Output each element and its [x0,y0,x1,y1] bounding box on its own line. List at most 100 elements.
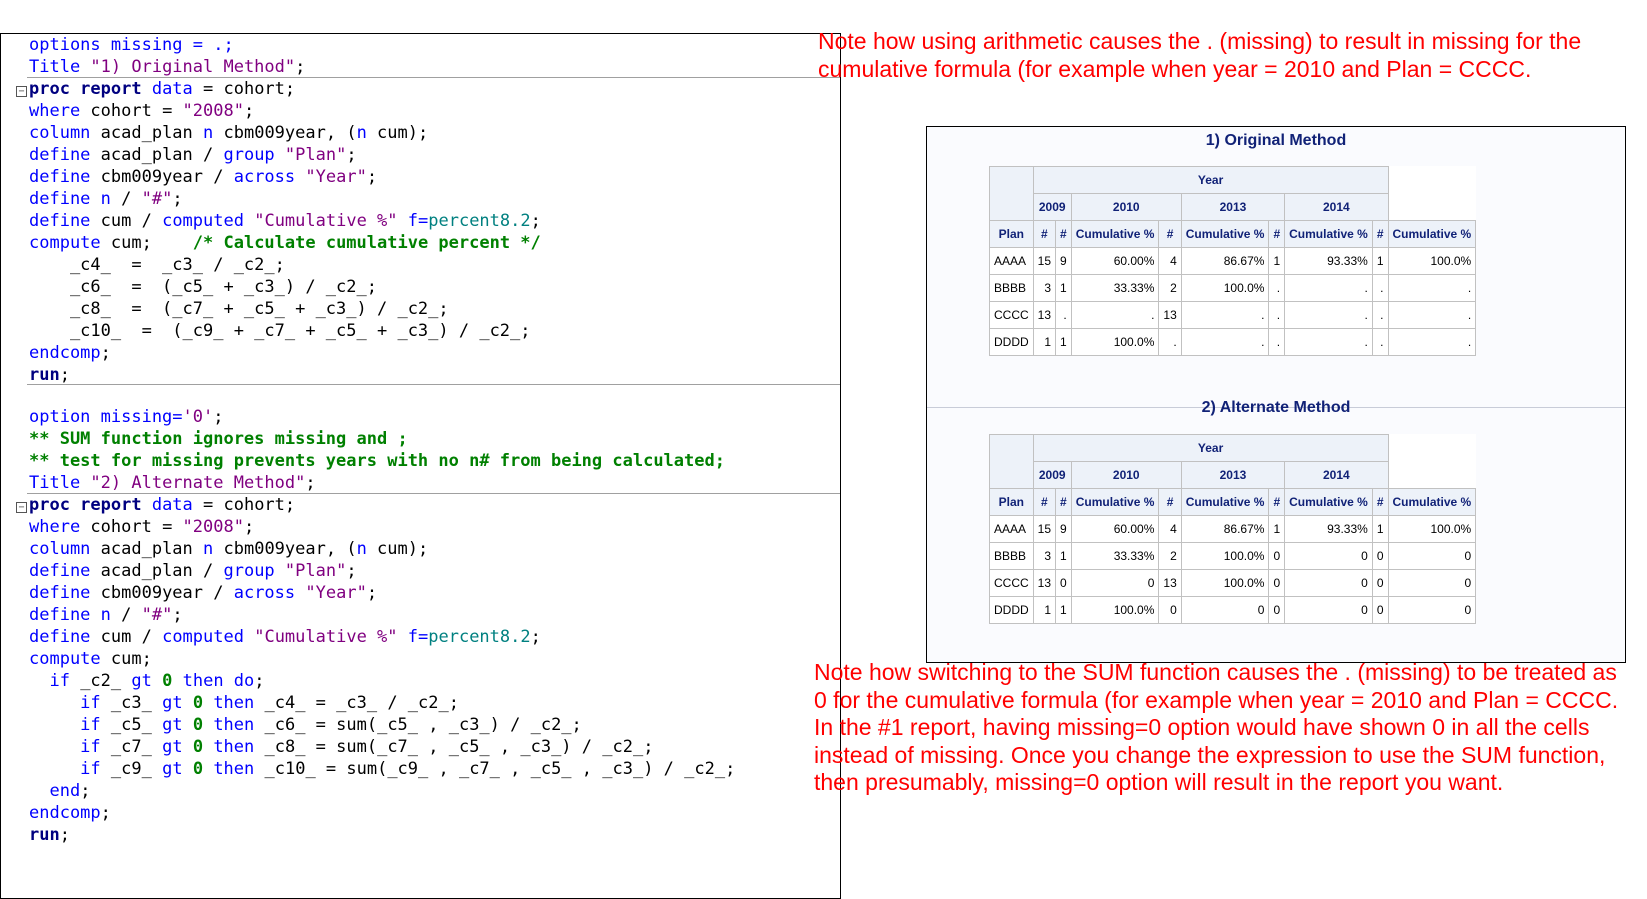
col-n: # [1158,220,1182,248]
code-editor[interactable]: options missing = .; Title "1) Original M… [0,33,841,899]
value-cell: 13 [1032,301,1057,329]
code-token: /* Calculate cumulative percent */ [192,233,541,253]
col-total-n: # [1032,488,1057,516]
code-token: _c9_ [100,759,163,779]
plan-cell: BBBB [989,542,1034,570]
code-token: ; [366,167,378,187]
code-line: if _c7_ gt 0 then _c8_ = sum(_c7_ , _c5_… [1,736,840,759]
code-token: endcomp [29,803,101,823]
year-2013: 2013 [1180,193,1286,221]
code-token: "Year" [305,583,367,603]
value-cell: 9 [1055,515,1072,543]
corner-cell [989,434,1034,489]
code-line: _c6_ = (_c5_ + _c3_) / _c2_; [1,276,840,299]
code-token: gt [131,671,152,691]
code-line: _c4_ = _c3_ / _c2_; [1,254,840,277]
table-row: BBBB 3 1 33.33% 2 100.0%.... [989,274,1477,302]
year-2014: 2014 [1284,193,1389,221]
col-cumulative: Cumulative % [1284,220,1373,248]
code-token: _c6_ = sum(_c5_ , _c3_) / _c2_; [254,715,582,735]
col-cumulative: Cumulative % [1387,220,1477,248]
value-cell: 15 [1032,247,1057,275]
code-token: "2) Alternate Method" [90,473,306,493]
code-token: ; [295,57,306,77]
code-token: ; [346,145,357,165]
code-token: define [29,583,91,603]
code-token: "Plan" [284,561,347,581]
code-token: across [233,583,296,603]
code-token: ; [213,407,224,427]
code-line: ** SUM function ignores missing and ; [1,428,840,451]
value-cell: 9 [1055,247,1072,275]
code-token: define [29,167,91,187]
code-line: compute cum; [1,648,840,671]
code-token: column [29,539,91,559]
code-token: _c10_ = (_c9_ + _c7_ + _c5_ + _c3_) / _c… [29,321,531,341]
code-token: _c3_ [100,693,163,713]
code-token: gt [162,759,183,779]
value-cell: 3 [1032,542,1057,570]
value-cell: 86.67% [1180,247,1270,275]
col-n: # [1268,220,1286,248]
value-cell: 0 [1387,542,1477,570]
value-cell: . [1371,274,1389,302]
value-cell: 1 [1055,328,1072,356]
fold-toggle-icon[interactable]: − [16,86,27,97]
code-token: 0 [192,737,204,757]
value-cell: 33.33% [1070,542,1160,570]
code-token: cum; [100,649,152,669]
code-token: n [356,123,367,143]
code-line: proc report data = cohort; [1,78,840,101]
year-2009: 2009 [1032,193,1072,221]
value-cell: 4 [1158,247,1182,275]
code-token: ; [305,473,316,493]
code-line: define cbm009year / across "Year"; [1,582,840,605]
code-token: acad_plan / [90,145,224,165]
value-cell: 0 [1387,569,1477,597]
code-token: ; [59,365,70,385]
col-cumulative: Cumulative % [1284,488,1373,516]
value-cell: 1 [1268,515,1286,543]
code-token: ; [530,627,541,647]
code-token: cum); [366,539,429,559]
value-cell: 100.0% [1070,328,1160,356]
code-token: "2008" [182,517,244,537]
value-cell: 13 [1032,569,1057,597]
code-token: ; [100,343,111,363]
code-token: computed [162,627,244,647]
code-line: ** test for missing prevents years with … [1,450,840,473]
code-token: 0 [192,715,204,735]
value-cell: 93.33% [1284,515,1373,543]
code-line: define n / "#"; [1,188,840,211]
value-cell: . [1284,301,1373,329]
code-line: if _c9_ gt 0 then _c10_ = sum(_c9_ , _c7… [1,758,840,781]
col-plan: Plan [989,488,1034,516]
code-line: column acad_plan n cbm009year, (n cum); [1,538,840,561]
plan-cell: AAAA [989,515,1034,543]
code-token: define [29,145,91,165]
code-line: option missing='0'; [1,406,840,429]
code-token: compute [29,649,101,669]
year-header: Year [1032,166,1389,194]
plan-cell: AAAA [989,247,1034,275]
code-token: if [29,759,101,779]
col-plan: Plan [989,220,1034,248]
fold-toggle-icon[interactable]: − [16,502,27,513]
code-token: ** test for missing prevents years with … [29,451,725,471]
code-token: define [29,561,91,581]
value-cell: 15 [1032,515,1057,543]
code-token: gt [162,737,183,757]
plan-cell: CCCC [989,569,1034,597]
code-token: ; [366,583,378,603]
value-cell: 13 [1158,569,1182,597]
year-2010: 2010 [1070,193,1182,221]
code-token: _c2_ [69,671,132,691]
code-token: _c4_ = _c3_ / _c2_; [29,255,285,275]
code-token: group [223,561,275,581]
code-token: column [29,123,91,143]
value-cell: 1 [1055,596,1072,624]
value-cell: 100.0% [1070,596,1160,624]
value-cell: 0 [1268,596,1286,624]
